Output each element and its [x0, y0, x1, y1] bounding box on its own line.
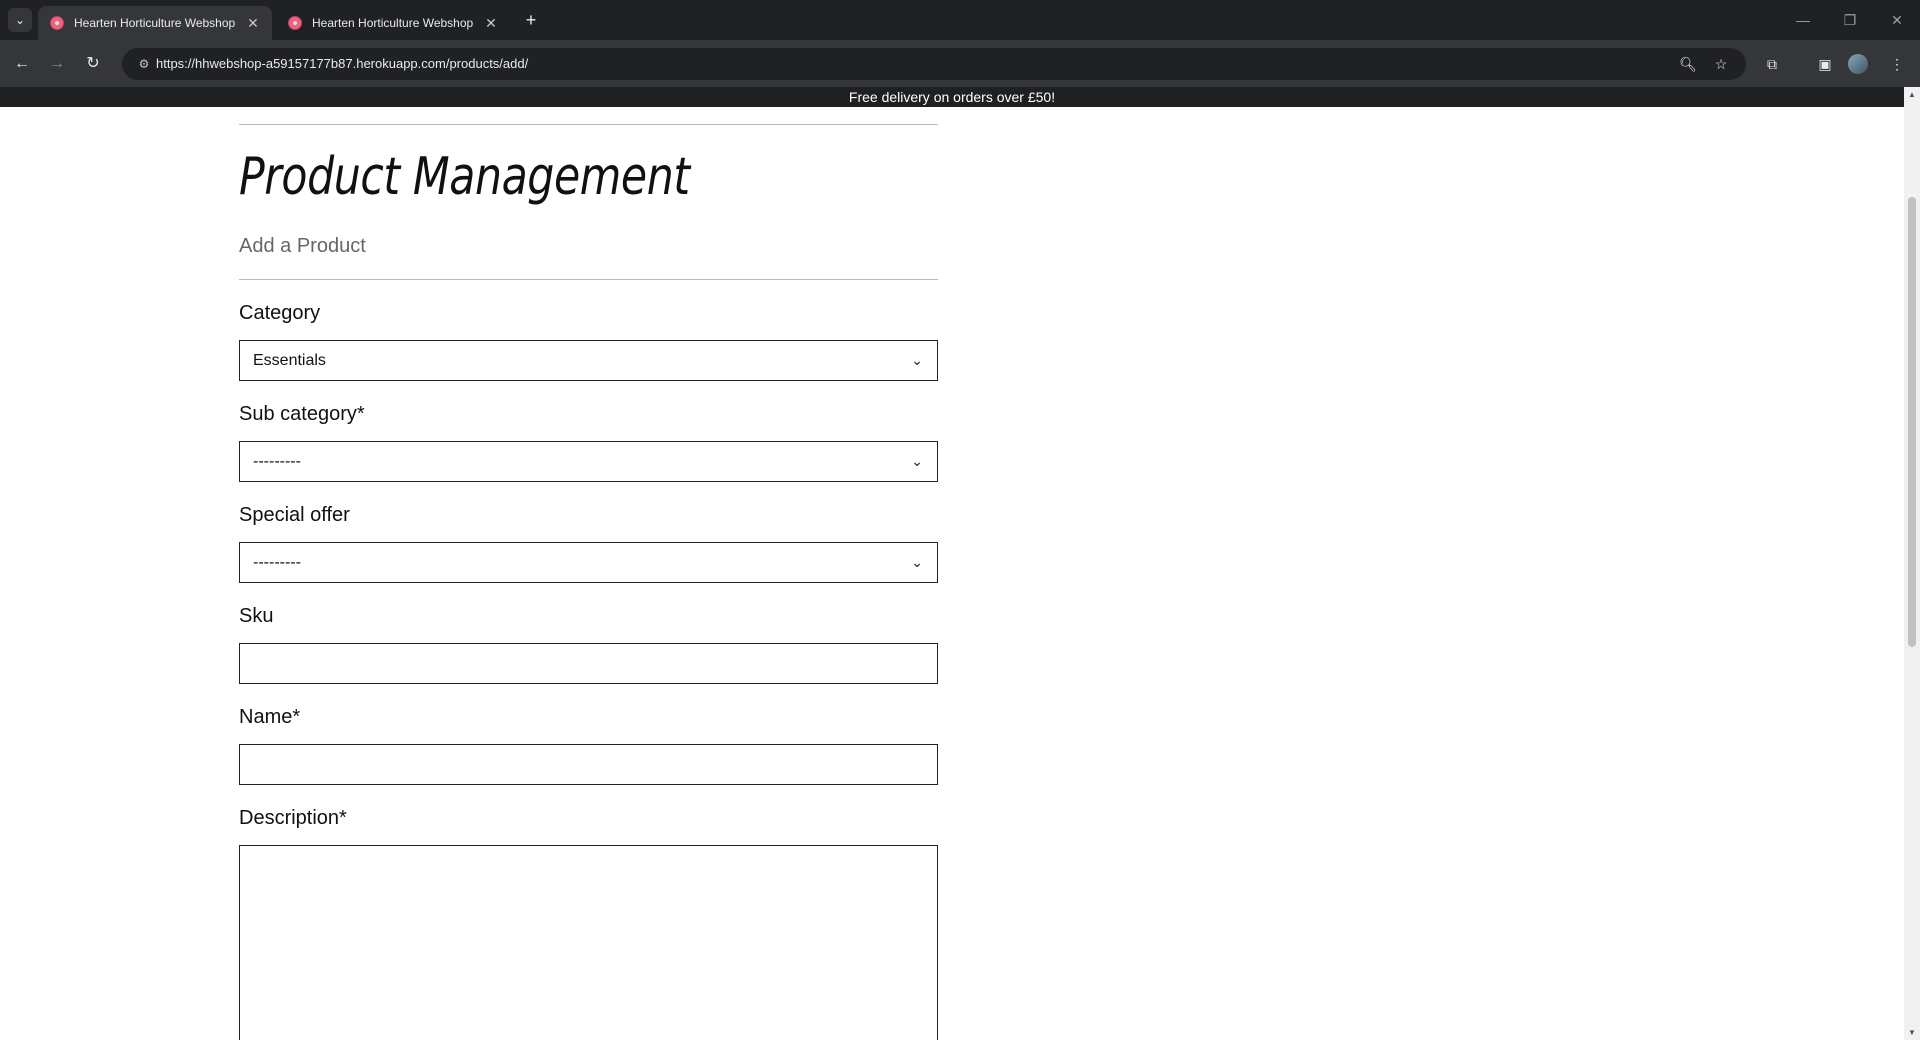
site-info-icon[interactable]: ⚙: [134, 54, 154, 74]
minimize-icon[interactable]: —: [1780, 0, 1826, 40]
top-divider: [239, 124, 938, 125]
site-favicon-icon: [288, 16, 302, 30]
scroll-up-arrow-icon[interactable]: ▲: [1907, 90, 1917, 99]
chevron-down-icon: ⌄: [911, 352, 923, 368]
chevron-down-icon: ⌄: [911, 453, 923, 469]
window-close-icon[interactable]: ✕: [1874, 0, 1920, 40]
browser-menu-icon[interactable]: ⋮: [1885, 52, 1909, 76]
chevron-down-icon: ⌄: [911, 554, 923, 570]
tab-search-icon[interactable]: ⌄: [8, 8, 32, 32]
restore-icon[interactable]: ❐: [1827, 0, 1873, 40]
forward-arrow-icon[interactable]: →: [45, 52, 69, 76]
category-selected-value: Essentials: [253, 352, 326, 369]
page-title: Product Management: [239, 147, 690, 207]
name-label: Name*: [239, 706, 301, 728]
special-offer-selected-value: ---------: [253, 554, 301, 571]
sub-category-label: Sub category*: [239, 403, 365, 425]
subtitle-divider: [239, 279, 938, 280]
browser-tab-bar: ⌄ Hearten Horticulture Webshop ✕ Hearten…: [0, 0, 1920, 40]
delivery-banner: Free delivery on orders over £50!: [0, 87, 1904, 107]
side-panel-icon[interactable]: ▣: [1813, 52, 1837, 76]
address-bar[interactable]: ⚙ https://hhwebshop-a59157177b87.herokua…: [122, 48, 1746, 80]
tab-title: Hearten Horticulture Webshop: [312, 16, 474, 30]
scrollbar-thumb[interactable]: [1908, 197, 1916, 647]
tab-title: Hearten Horticulture Webshop: [74, 16, 236, 30]
browser-tab-2[interactable]: Hearten Horticulture Webshop ✕: [276, 6, 510, 40]
page-subtitle: Add a Product: [239, 235, 366, 257]
category-select[interactable]: Essentials ⌄: [239, 340, 938, 381]
zoom-icon[interactable]: 🔍︎: [1678, 54, 1698, 74]
description-label: Description*: [239, 807, 347, 829]
sku-label: Sku: [239, 605, 274, 627]
profile-avatar[interactable]: [1848, 54, 1868, 74]
page-scrollbar[interactable]: ▲ ▼: [1904, 87, 1920, 1040]
browser-toolbar: ← → ↻ ⚙ https://hhwebshop-a59157177b87.h…: [0, 40, 1920, 87]
page-viewport: Free delivery on orders over £50! Produc…: [0, 87, 1904, 1040]
tab-close-icon[interactable]: ✕: [244, 15, 262, 32]
back-arrow-icon[interactable]: ←: [10, 52, 34, 76]
site-favicon-icon: [50, 16, 64, 30]
name-input[interactable]: [239, 744, 938, 785]
special-offer-label: Special offer: [239, 504, 350, 526]
special-offer-select[interactable]: --------- ⌄: [239, 542, 938, 583]
reload-icon[interactable]: ↻: [81, 52, 105, 76]
extensions-icon[interactable]: ⧉: [1760, 52, 1784, 76]
browser-tab-1[interactable]: Hearten Horticulture Webshop ✕: [38, 6, 272, 40]
description-textarea[interactable]: [239, 845, 938, 1040]
tab-close-icon[interactable]: ✕: [482, 15, 500, 32]
sub-category-selected-value: ---------: [253, 453, 301, 470]
sku-input[interactable]: [239, 643, 938, 684]
bookmark-star-icon[interactable]: ☆: [1711, 54, 1731, 74]
scroll-down-arrow-icon[interactable]: ▼: [1907, 1028, 1917, 1037]
sub-category-select[interactable]: --------- ⌄: [239, 441, 938, 482]
url-text[interactable]: https://hhwebshop-a59157177b87.herokuapp…: [156, 48, 528, 80]
category-label: Category: [239, 302, 321, 324]
new-tab-icon[interactable]: +: [520, 9, 542, 31]
